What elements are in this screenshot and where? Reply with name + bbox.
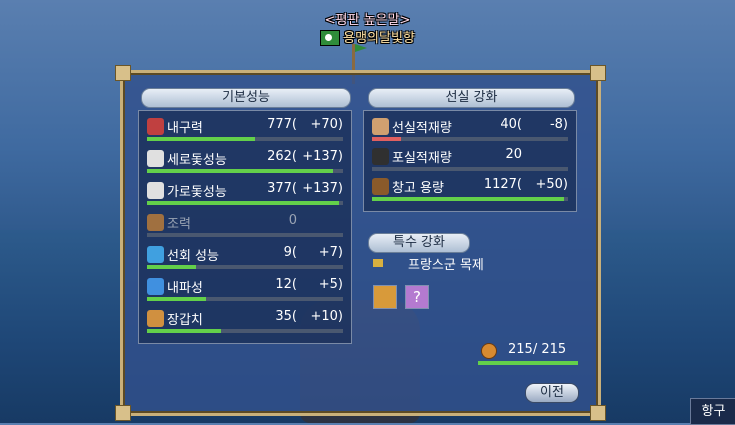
cannon-capacity-value: 20 bbox=[505, 147, 522, 162]
cabin-row-cannon-capacity: 포실적재량 20 bbox=[372, 147, 568, 175]
armor-upgrade-button[interactable] bbox=[373, 285, 397, 309]
basic-row-oar: 조력 0 bbox=[147, 213, 343, 241]
wave-resistance-icon bbox=[147, 278, 164, 295]
vertical-sail-icon bbox=[147, 150, 164, 167]
cannon-capacity-icon bbox=[372, 148, 389, 165]
oar-bar bbox=[147, 233, 343, 237]
durability-bar bbox=[147, 137, 343, 141]
sailor-capacity-icon bbox=[372, 118, 389, 135]
armor-value: 35( bbox=[275, 309, 297, 324]
basic-row-horizontal-sail: 가로돛성능 377( +137) bbox=[147, 181, 343, 209]
oar-value: 0 bbox=[288, 213, 297, 228]
wave-resistance-label: 내파성 bbox=[167, 281, 203, 296]
vertical-sail-bonus: +137) bbox=[302, 149, 343, 164]
sailor-capacity-bonus: -8) bbox=[549, 117, 568, 132]
basic-row-turning: 선회 성능 9( +7) bbox=[147, 245, 343, 273]
vertical-sail-label: 세로돛성능 bbox=[167, 153, 227, 168]
previous-button[interactable]: 이전 bbox=[525, 383, 579, 403]
armor-icon bbox=[147, 310, 164, 327]
frame-corner bbox=[590, 405, 606, 421]
unknown-upgrade-button[interactable]: ? bbox=[405, 285, 429, 309]
cabin-upgrade-header: 선실 강화 bbox=[368, 88, 575, 108]
durability-bonus: +70) bbox=[310, 117, 343, 132]
cabin-upgrade-panel: 선실적재량 40( -8) 포실적재량 20 창고 용량 1127( +50) bbox=[363, 110, 577, 212]
frame-corner bbox=[115, 65, 131, 81]
cargo-capacity-bar bbox=[372, 197, 568, 201]
oar-icon bbox=[147, 214, 164, 231]
turning-value: 9( bbox=[283, 245, 297, 260]
frame-corner bbox=[115, 405, 131, 421]
armor-label: 장갑치 bbox=[167, 313, 203, 328]
armor-bar bbox=[147, 329, 343, 333]
oar-label: 조력 bbox=[167, 217, 191, 232]
cannon-capacity-bar bbox=[372, 167, 568, 171]
durability-label: 내구력 bbox=[167, 121, 203, 136]
ship-name-line: 용맹의달빛향 bbox=[0, 27, 735, 47]
basic-row-wave-resistance: 내파성 12( +5) bbox=[147, 277, 343, 305]
helm-icon bbox=[481, 343, 497, 359]
sailor-capacity-value: 40( bbox=[500, 117, 522, 132]
cargo-capacity-label: 창고 용량 bbox=[392, 181, 444, 196]
wave-resistance-bonus: +5) bbox=[318, 277, 343, 292]
basic-row-vertical-sail: 세로돛성능 262( +137) bbox=[147, 149, 343, 177]
wave-resistance-bar bbox=[147, 297, 343, 301]
durability-value: 777( bbox=[267, 117, 297, 132]
cabin-row-sailor-capacity: 선실적재량 40( -8) bbox=[372, 117, 568, 145]
basic-performance-panel: 내구력 777( +70) 세로돛성능 262( +137) 가로돛성능 377( +137) 조… bbox=[138, 110, 352, 344]
basic-row-armor: 장갑치 35( +10) bbox=[147, 309, 343, 337]
horizontal-sail-bar bbox=[147, 201, 343, 205]
special-upgrade-header: 특수 강화 bbox=[368, 233, 470, 253]
special-item-label: 프랑스군 목제 bbox=[408, 258, 484, 273]
horizontal-sail-value: 377( bbox=[267, 181, 297, 196]
capacity-bar bbox=[478, 361, 578, 365]
wave-resistance-value: 12( bbox=[275, 277, 297, 292]
nation-flag-icon bbox=[320, 29, 341, 46]
ship-name: 용맹의달빛향 bbox=[343, 31, 415, 46]
vertical-sail-value: 262( bbox=[267, 149, 297, 164]
armor-bonus: +10) bbox=[310, 309, 343, 324]
basic-performance-header: 기본성능 bbox=[141, 88, 351, 108]
cannon-capacity-label: 포실적재량 bbox=[392, 151, 452, 166]
reputation-title: <평판 높은말> bbox=[324, 13, 411, 28]
horizontal-sail-icon bbox=[147, 182, 164, 199]
horizontal-sail-bonus: +137) bbox=[302, 181, 343, 196]
turning-icon bbox=[147, 246, 164, 263]
ship-stats-window: 기본성능 내구력 777( +70) 세로돛성능 262( +137) 가로돛성능 377( +… bbox=[115, 65, 606, 421]
durability-icon bbox=[147, 118, 164, 135]
cargo-capacity-bonus: +50) bbox=[535, 177, 568, 192]
vertical-sail-bar bbox=[147, 169, 343, 173]
turning-bonus: +7) bbox=[318, 245, 343, 260]
basic-row-durability: 내구력 777( +70) bbox=[147, 117, 343, 145]
frame-corner bbox=[590, 65, 606, 81]
turning-label: 선회 성능 bbox=[167, 249, 219, 264]
sailor-capacity-label: 선실적재량 bbox=[392, 121, 452, 136]
capacity-value: 215/ 215 bbox=[508, 342, 567, 357]
cargo-capacity-icon bbox=[372, 178, 389, 195]
sailor-capacity-bar bbox=[372, 137, 568, 141]
port-button[interactable]: 항구 bbox=[690, 398, 735, 425]
cargo-capacity-value: 1127( bbox=[483, 177, 522, 192]
turning-bar bbox=[147, 265, 343, 269]
horizontal-sail-label: 가로돛성능 bbox=[167, 185, 227, 200]
cabin-row-cargo-capacity: 창고 용량 1127( +50) bbox=[372, 177, 568, 205]
wood-icon bbox=[373, 259, 383, 267]
